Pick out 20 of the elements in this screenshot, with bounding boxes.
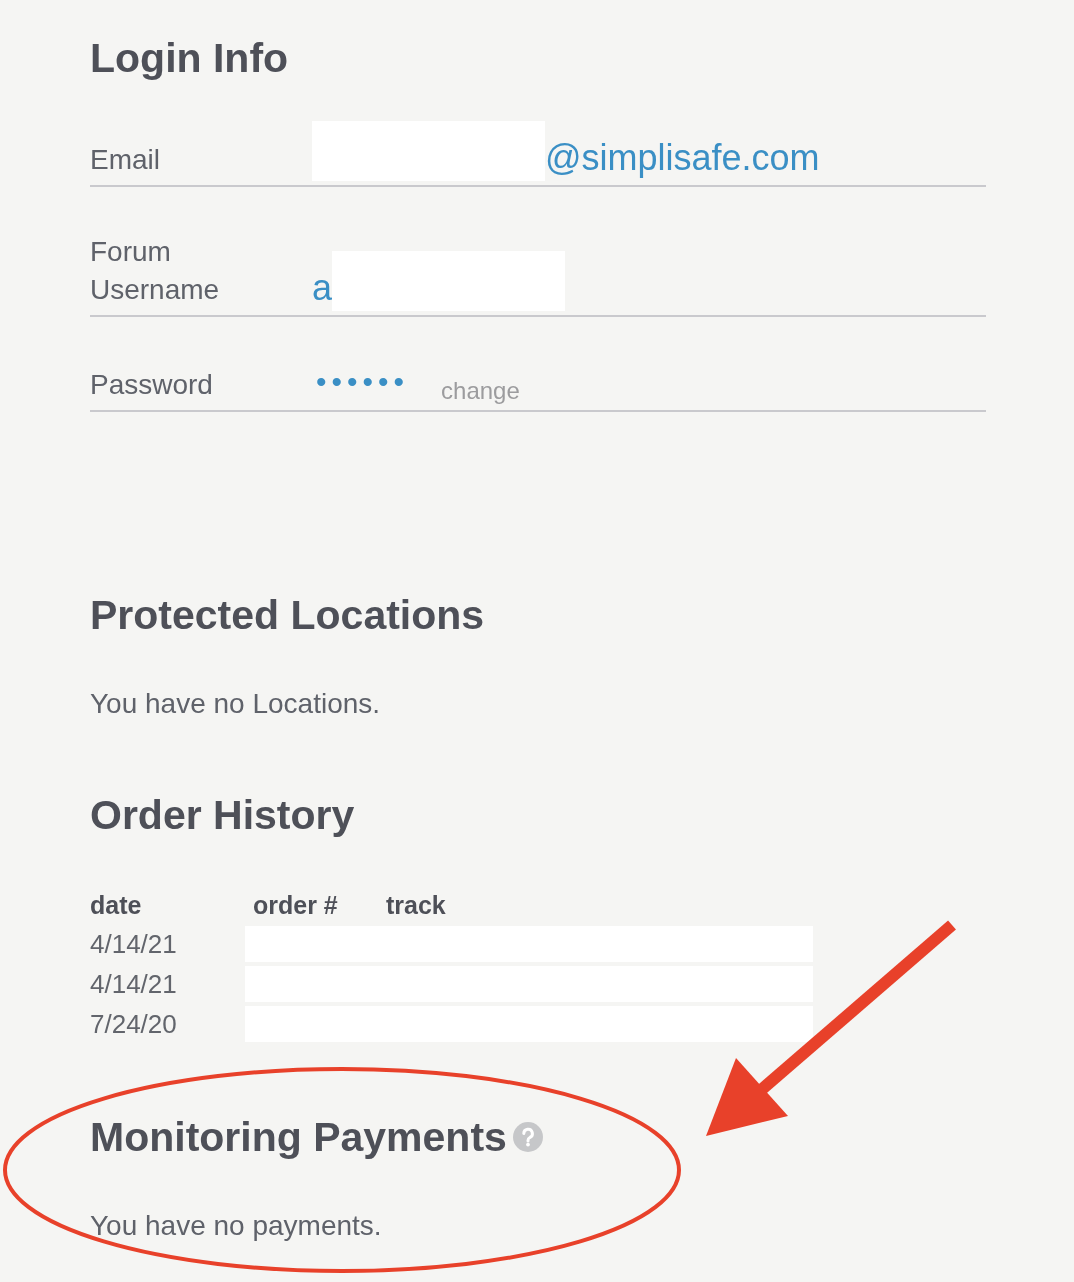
help-icon[interactable]	[512, 1122, 543, 1152]
section-heading: Protected Locations	[90, 591, 485, 639]
order-date: 4/14/21	[90, 969, 177, 999]
column-header: order #	[253, 890, 339, 921]
column-header: track	[386, 890, 446, 921]
change-link[interactable]: change	[441, 376, 520, 406]
section-heading: Monitoring Payments	[90, 1113, 507, 1161]
column-header: date	[90, 890, 143, 921]
order-date: 7/24/20	[90, 1009, 177, 1039]
field-label: Password	[90, 368, 213, 402]
section-heading: Login Info	[90, 34, 289, 82]
field-value: a	[312, 268, 333, 308]
section-heading: Order History	[90, 791, 355, 839]
empty-message: You have no Locations.	[90, 687, 381, 721]
order-date: 4/14/21	[90, 929, 177, 959]
empty-message: You have no payments.	[90, 1209, 382, 1243]
field-value: @simplisafe.com	[545, 138, 820, 178]
masked-password: ••••••	[316, 364, 410, 400]
field-label: Email	[90, 143, 160, 177]
field-label: Forum Username	[90, 235, 220, 307]
